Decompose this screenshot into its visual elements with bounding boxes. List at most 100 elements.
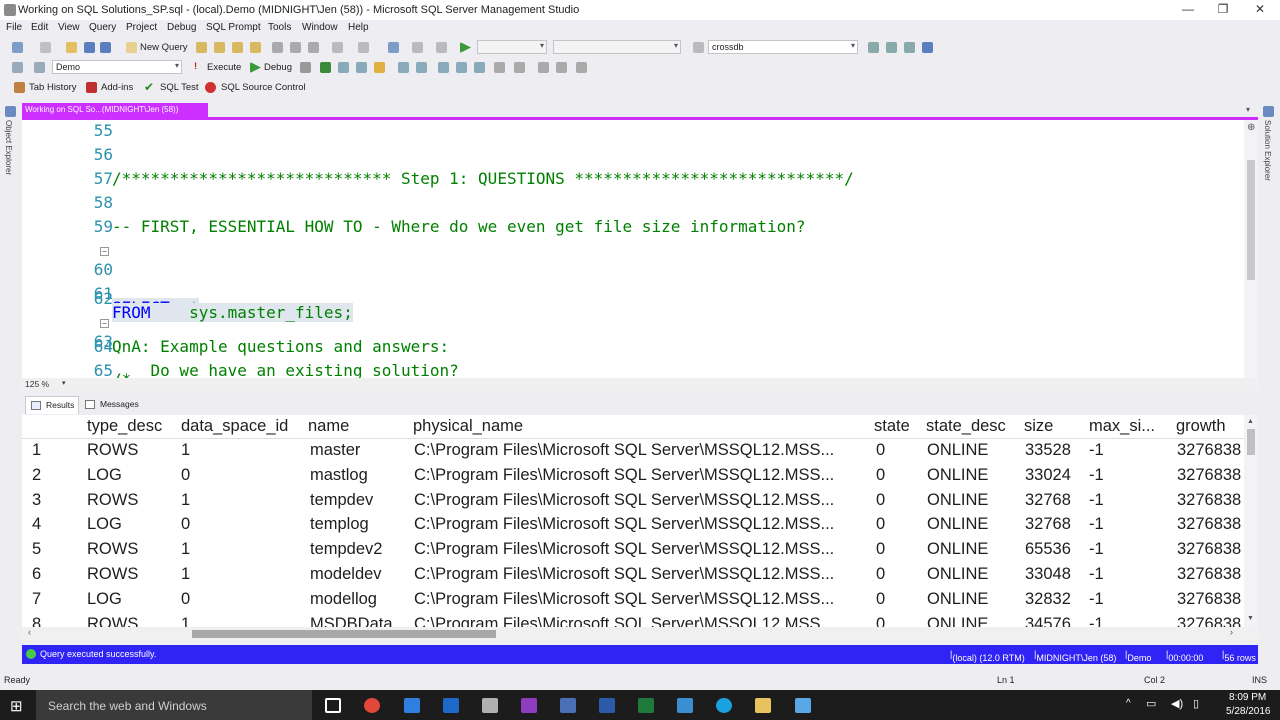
undo-icon[interactable]: [332, 42, 343, 53]
table-cell[interactable]: 0: [876, 565, 885, 584]
table-cell[interactable]: 3276838: [1177, 590, 1243, 609]
copy-icon[interactable]: [290, 42, 301, 53]
comment-icon[interactable]: [474, 62, 485, 73]
table-cell[interactable]: -1: [1089, 615, 1104, 627]
grid-horizontal-scrollbar[interactable]: ‹ ›: [22, 627, 1258, 641]
menu-file[interactable]: File: [6, 22, 22, 33]
cut-icon[interactable]: [272, 42, 283, 53]
tab-dropdown-icon[interactable]: ▾: [1246, 105, 1250, 114]
row-number[interactable]: 2: [32, 466, 41, 485]
editor-scroll-thumb[interactable]: [1247, 160, 1255, 280]
solution-config-combo[interactable]: ▾: [477, 40, 547, 54]
query-icon-3[interactable]: [232, 42, 243, 53]
increase-indent-icon[interactable]: [556, 62, 567, 73]
table-cell[interactable]: -1: [1089, 565, 1104, 584]
table-cell[interactable]: 0: [181, 466, 190, 485]
table-cell[interactable]: 3276838: [1177, 466, 1243, 485]
table-cell[interactable]: 33048: [1025, 565, 1071, 584]
collapse-toggle-icon[interactable]: −: [100, 319, 109, 328]
table-row[interactable]: 6 ROWS 1 modeldev C:\Program Files\Microsoft…: [22, 563, 1244, 588]
table-cell[interactable]: 1: [181, 615, 190, 627]
table-cell[interactable]: ONLINE: [927, 491, 988, 510]
minimize-button[interactable]: —: [1178, 2, 1198, 18]
chrome-icon[interactable]: [364, 698, 380, 713]
maximize-button[interactable]: ❐: [1213, 2, 1233, 18]
table-cell[interactable]: master: [310, 441, 360, 460]
menu-debug[interactable]: Debug: [167, 22, 196, 33]
table-cell[interactable]: ONLINE: [927, 565, 988, 584]
tools-icon[interactable]: [904, 42, 915, 53]
table-cell[interactable]: LOG: [87, 515, 122, 534]
column-header[interactable]: data_space_id: [181, 417, 288, 436]
table-row[interactable]: 8 ROWS 1 MSDBData C:\Program Files\Microsoft…: [22, 613, 1244, 627]
table-cell[interactable]: C:\Program Files\Microsoft SQL Server\MS…: [414, 540, 834, 559]
table-cell[interactable]: -1: [1089, 466, 1104, 485]
row-number[interactable]: 5: [32, 540, 41, 559]
row-number[interactable]: 1: [32, 441, 41, 460]
change-connection-icon[interactable]: [34, 62, 45, 73]
table-cell[interactable]: 3276838: [1177, 441, 1243, 460]
table-cell[interactable]: 32768: [1025, 491, 1071, 510]
table-row[interactable]: 3 ROWS 1 tempdev C:\Program Files\Microsoft …: [22, 489, 1244, 514]
column-header[interactable]: growth: [1176, 417, 1244, 436]
column-header[interactable]: size: [1024, 417, 1053, 436]
table-cell[interactable]: 1: [181, 491, 190, 510]
app-icon[interactable]: [677, 698, 693, 713]
table-cell[interactable]: -1: [1089, 540, 1104, 559]
column-header[interactable]: type_desc: [87, 417, 162, 436]
new-query-icon[interactable]: [126, 42, 137, 53]
grid-hscroll-thumb[interactable]: [192, 630, 496, 638]
available-databases-combo[interactable]: Demo ▾: [52, 60, 182, 74]
grid-vertical-scrollbar[interactable]: ▲ ▼: [1244, 415, 1258, 627]
row-number[interactable]: 6: [32, 565, 41, 584]
table-cell[interactable]: -1: [1089, 491, 1104, 510]
visual-studio-icon[interactable]: [560, 698, 576, 713]
table-cell[interactable]: -1: [1089, 590, 1104, 609]
results-grid-icon[interactable]: [438, 62, 449, 73]
add-item-icon[interactable]: [40, 42, 51, 53]
table-cell[interactable]: -1: [1089, 515, 1104, 534]
explorer-icon[interactable]: [886, 42, 897, 53]
table-cell[interactable]: 1: [181, 565, 190, 584]
onenote-icon[interactable]: [521, 698, 537, 713]
tab-messages[interactable]: Messages: [80, 396, 143, 414]
table-cell[interactable]: 0: [876, 515, 885, 534]
table-cell[interactable]: 0: [876, 615, 885, 627]
network-icon[interactable]: ▭: [1146, 697, 1156, 710]
table-cell[interactable]: 0: [181, 515, 190, 534]
table-cell[interactable]: LOG: [87, 590, 122, 609]
split-icon[interactable]: ⊕: [1247, 122, 1255, 133]
table-row[interactable]: 4 LOG 0 templog C:\Program Files\Microsoft S…: [22, 513, 1244, 538]
navigate-icon[interactable]: [388, 42, 399, 53]
table-cell[interactable]: C:\Program Files\Microsoft SQL Server\MS…: [414, 565, 834, 584]
connect-icon[interactable]: [12, 62, 23, 73]
message-icon[interactable]: ▯: [1193, 697, 1199, 710]
table-cell[interactable]: C:\Program Files\Microsoft SQL Server\MS…: [414, 441, 834, 460]
query-icon-2[interactable]: [214, 42, 225, 53]
table-cell[interactable]: ONLINE: [927, 615, 988, 627]
table-cell[interactable]: templog: [310, 515, 369, 534]
table-row[interactable]: 1 ROWS 1 master C:\Program Files\Microsoft S…: [22, 439, 1244, 464]
pin-icon[interactable]: [1263, 106, 1274, 117]
taskbar-search-box[interactable]: Search the web and Windows: [36, 690, 312, 720]
menu-edit[interactable]: Edit: [31, 22, 48, 33]
display-plan-icon[interactable]: [338, 62, 349, 73]
menu-query[interactable]: Query: [89, 22, 116, 33]
column-header[interactable]: physical_name: [413, 417, 523, 436]
table-cell[interactable]: 0: [876, 466, 885, 485]
table-cell[interactable]: 32832: [1025, 590, 1071, 609]
scroll-right-icon[interactable]: ›: [1230, 627, 1233, 637]
table-cell[interactable]: ONLINE: [927, 441, 988, 460]
menu-tools[interactable]: Tools: [268, 22, 291, 33]
table-cell[interactable]: C:\Program Files\Microsoft SQL Server\MS…: [414, 590, 834, 609]
new-query-button[interactable]: New Query: [140, 42, 188, 53]
scroll-down-icon[interactable]: ▼: [1247, 615, 1254, 622]
pin-icon[interactable]: [5, 106, 16, 117]
column-header[interactable]: max_si...: [1089, 417, 1177, 436]
save-icon[interactable]: [84, 42, 95, 53]
start-icon[interactable]: [460, 42, 471, 53]
table-cell[interactable]: 0: [876, 441, 885, 460]
table-cell[interactable]: 0: [876, 590, 885, 609]
find-icon[interactable]: [412, 42, 423, 53]
table-cell[interactable]: 1: [181, 540, 190, 559]
